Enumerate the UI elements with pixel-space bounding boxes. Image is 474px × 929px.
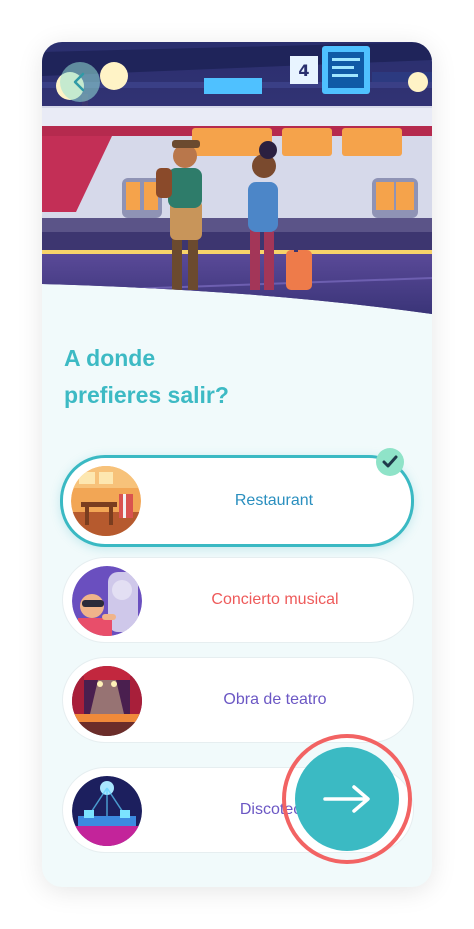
disco-thumbnail	[72, 776, 142, 846]
option-restaurant[interactable]: Restaurant	[60, 455, 414, 547]
phone-screen: 4 A donde prefieres salir? Restaurant Co…	[42, 42, 432, 887]
arrow-right-icon	[323, 785, 370, 813]
concert-thumbnail	[72, 566, 142, 636]
option-label-obra-de-teatro: Obra de teatro	[223, 691, 327, 708]
checkmark-icon	[382, 455, 398, 468]
option-concierto-musical[interactable]: Concierto musical	[62, 557, 414, 643]
back-button[interactable]	[60, 62, 100, 102]
theater-thumbnail	[72, 666, 142, 736]
option-label-concierto-musical: Concierto musical	[211, 591, 339, 608]
option-obra-de-teatro[interactable]: Obra de teatro	[62, 657, 414, 743]
chevron-left-icon	[73, 72, 85, 92]
question-title-text: A donde prefieres salir?	[64, 345, 229, 408]
question-title: A donde prefieres salir?	[64, 340, 364, 414]
train-station-illustration: 4	[42, 42, 432, 314]
option-label-restaurant: Restaurant	[234, 492, 314, 509]
selected-check-badge	[376, 448, 404, 476]
next-button[interactable]	[295, 747, 399, 851]
restaurant-thumbnail	[71, 466, 141, 536]
svg-text:4: 4	[298, 61, 309, 80]
